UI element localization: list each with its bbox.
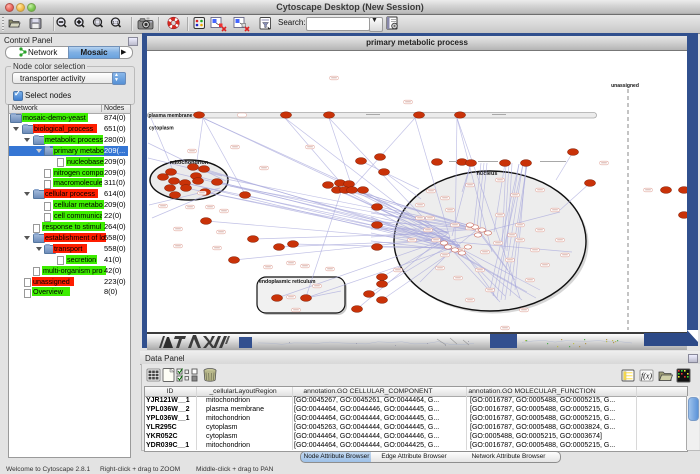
svg-text:endoplasmic reticulum: endoplasmic reticulum <box>259 279 316 285</box>
svg-text:cytoplasm: cytoplasm <box>149 126 174 132</box>
svg-text:plasma membrane: plasma membrane <box>149 113 193 119</box>
svg-text:1:1: 1:1 <box>112 20 119 25</box>
svg-text:f(x): f(x) <box>641 372 652 381</box>
svg-text:unassigned: unassigned <box>611 83 639 89</box>
